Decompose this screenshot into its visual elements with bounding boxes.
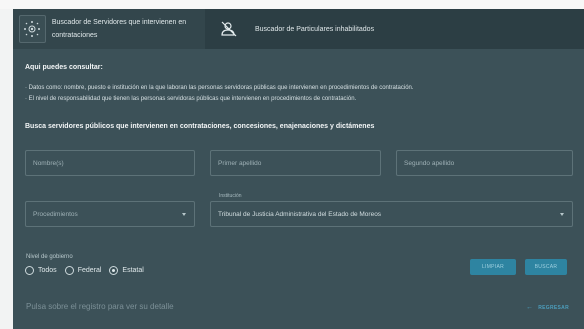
primer-apellido-field[interactable]: Primer apellido	[210, 150, 381, 176]
info-heading: Aqui puedes consultar:	[25, 64, 103, 71]
back-label: REGRESAR	[538, 304, 569, 311]
chevron-down-icon	[182, 213, 186, 216]
left-edge	[0, 9, 13, 329]
top-strip	[0, 0, 584, 9]
tab-particulares[interactable]: Buscador de Particulares inhabilitados	[205, 9, 584, 49]
servers-network-icon	[19, 15, 46, 43]
info-bullet-1: · Datos como: nombre, puesto e instituci…	[25, 85, 414, 91]
radio-todos[interactable]: Todos	[25, 266, 57, 275]
nombre-placeholder: Nombre(s)	[33, 160, 64, 167]
radio-circle	[64, 266, 74, 275]
tab-bar: Buscador de Servidores que intervienen e…	[13, 9, 584, 49]
tab-servidores[interactable]: Buscador de Servidores que intervienen e…	[13, 9, 205, 49]
radio-circle	[25, 266, 34, 275]
radio-estatal-label: Estatal	[122, 267, 144, 274]
clear-button[interactable]: LIMPIAR	[470, 259, 516, 275]
chevron-down-icon	[560, 213, 564, 216]
nombre-field[interactable]: Nombre(s)	[25, 150, 195, 176]
back-button[interactable]: ← REGRESAR	[526, 304, 569, 311]
segundo-apellido-field[interactable]: Segundo apellido	[396, 150, 573, 176]
procedimientos-select[interactable]: Procedimientos	[25, 201, 195, 227]
search-button[interactable]: BUSCAR	[525, 259, 567, 275]
radio-federal-label: Federal	[77, 267, 102, 274]
institucion-label: Institución	[218, 193, 243, 199]
tab-servidores-label: Buscador de Servidores que intervienen e…	[51, 19, 187, 39]
procedimientos-placeholder: Procedimientos	[33, 211, 78, 218]
radio-federal[interactable]: Federal	[64, 266, 102, 275]
primer-apellido-placeholder: Primer apellido	[218, 160, 262, 167]
nivel-gobierno-label: Nivel de gobierno	[26, 254, 73, 260]
institucion-value: Tribunal de Justicia Administrativa del …	[218, 211, 382, 218]
radio-estatal[interactable]: Estatal	[109, 266, 144, 275]
arrow-left-icon: ←	[525, 304, 534, 311]
radio-todos-label: Todos	[38, 267, 57, 274]
detail-hint: Pulsa sobre el registro para ver su deta…	[26, 302, 174, 311]
tab-particulares-label: Buscador de Particulares inhabilitados	[255, 25, 375, 33]
institucion-select[interactable]: Institución Tribunal de Justicia Adminis…	[210, 193, 573, 227]
search-heading: Busca servidores públicos que interviene…	[25, 123, 375, 130]
nivel-gobierno-group: Todos Federal Estatal	[25, 266, 152, 275]
radio-circle-selected	[109, 266, 119, 275]
user-blocked-icon	[215, 15, 243, 43]
segundo-apellido-placeholder: Segundo apellido	[404, 160, 455, 167]
search-panel: Aqui puedes consultar: · Datos como: nom…	[13, 49, 584, 329]
info-bullet-2: · El nivel de responsabilidad que tienen…	[25, 96, 357, 102]
